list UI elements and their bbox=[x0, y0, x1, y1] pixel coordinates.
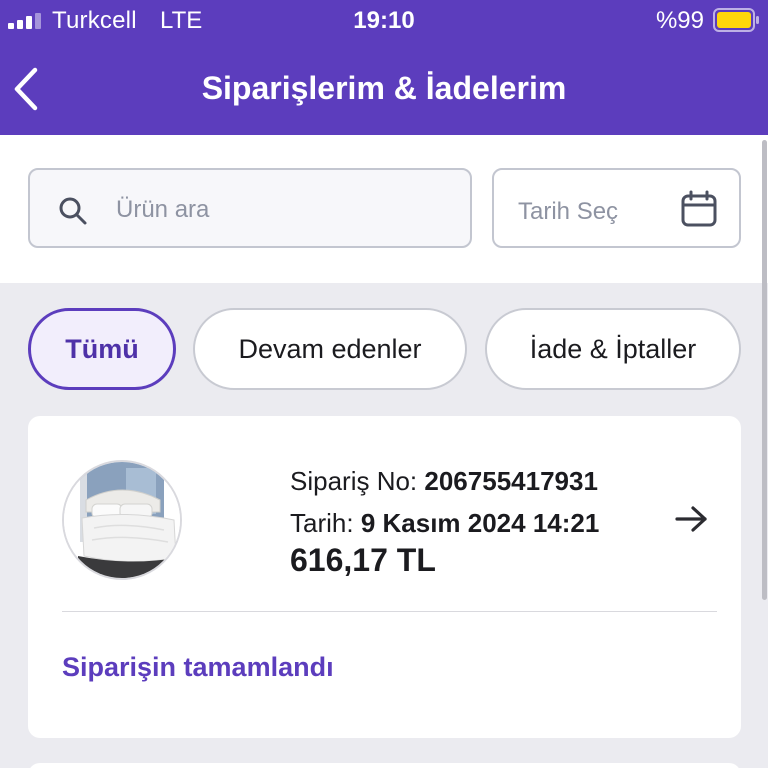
filter-chip-all[interactable]: Tümü bbox=[28, 308, 176, 390]
order-number-label: Sipariş No: bbox=[290, 466, 418, 496]
header: Turkcell LTE 19:10 %99 Siparişlerim & İa… bbox=[0, 0, 768, 135]
page-title: Siparişlerim & İadelerim bbox=[201, 70, 567, 106]
nav-bar: Siparişlerim & İadelerim bbox=[0, 44, 768, 135]
order-status: Siparişin tamamlandı bbox=[62, 652, 334, 682]
filter-chips: Tümü Devam edenler İade & İptaller bbox=[0, 308, 768, 392]
order-card[interactable]: Sipariş No: 206755417931 Tarih: 9 Kasım … bbox=[28, 416, 741, 738]
status-bar: Turkcell LTE 19:10 %99 bbox=[0, 0, 768, 44]
order-number-line: Sipariş No: 206755417931 bbox=[290, 460, 599, 502]
order-date-label: Tarih: bbox=[290, 508, 354, 538]
calendar-icon bbox=[681, 190, 717, 227]
order-date-line: Tarih: 9 Kasım 2024 14:21 bbox=[290, 502, 599, 544]
battery-percent: %99 bbox=[655, 7, 704, 34]
filter-chip-returns-cancellations[interactable]: İade & İptaller bbox=[485, 308, 741, 390]
date-picker-label: Tarih Seç bbox=[518, 198, 619, 225]
screen: Turkcell LTE 19:10 %99 Siparişlerim & İa… bbox=[0, 0, 768, 768]
date-picker[interactable]: Tarih Seç bbox=[492, 168, 741, 248]
product-image bbox=[62, 460, 182, 580]
order-number: 206755417931 bbox=[424, 466, 598, 496]
search-area: Tarih Seç bbox=[0, 135, 768, 283]
search-icon bbox=[59, 197, 87, 225]
search-box[interactable] bbox=[28, 168, 472, 248]
battery-icon bbox=[713, 8, 759, 32]
filter-chip-ongoing[interactable]: Devam edenler bbox=[193, 308, 467, 390]
order-date: 9 Kasım 2024 14:21 bbox=[360, 508, 600, 538]
bed-duvet-image bbox=[64, 462, 180, 578]
order-total: 616,17 TL bbox=[290, 542, 436, 578]
order-info: Sipariş No: 206755417931 Tarih: 9 Kasım … bbox=[290, 460, 599, 580]
scrollbar[interactable] bbox=[762, 140, 767, 600]
search-input[interactable] bbox=[116, 190, 446, 230]
clock: 19:10 bbox=[353, 7, 415, 34]
next-order-card[interactable] bbox=[28, 763, 741, 768]
arrow-right-icon[interactable] bbox=[674, 504, 710, 534]
divider bbox=[62, 611, 717, 612]
